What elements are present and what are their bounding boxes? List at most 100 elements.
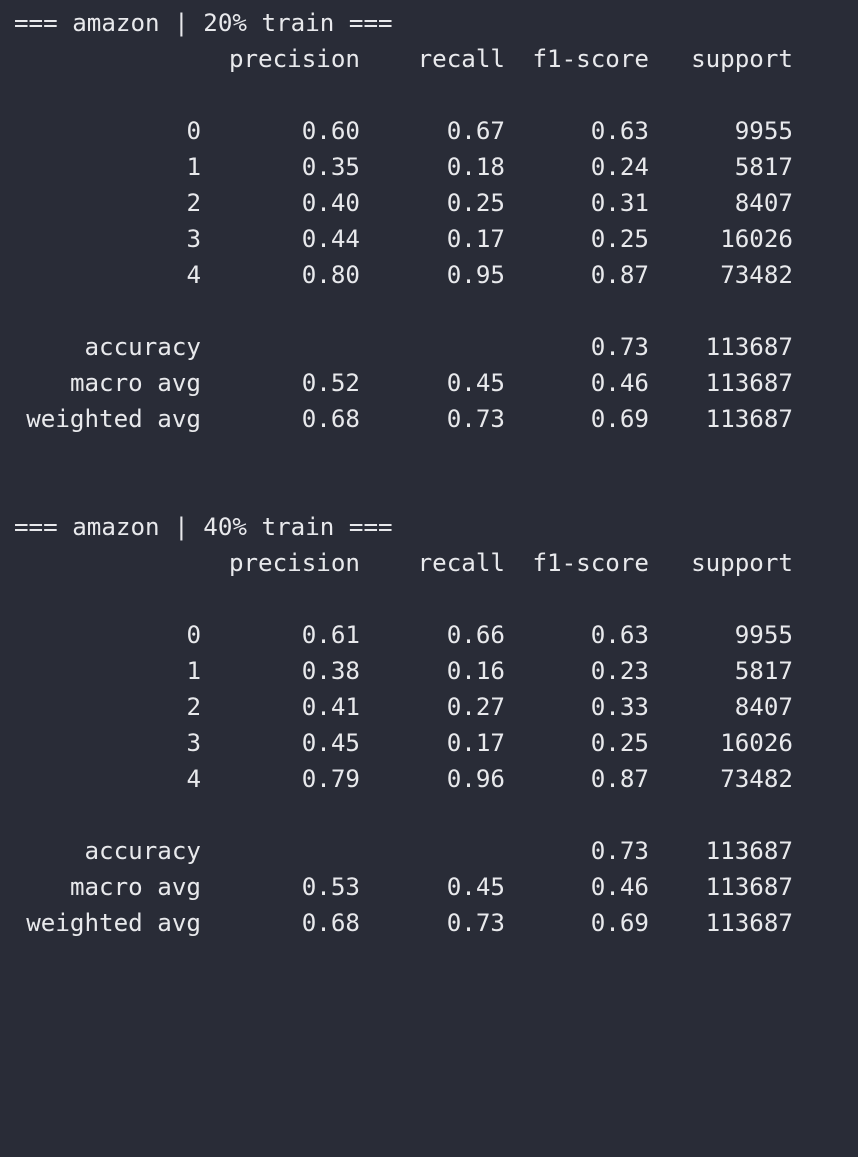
header-precision: precision xyxy=(228,549,360,577)
support-value: 113687 xyxy=(705,369,793,397)
f1-score-value: 0.23 xyxy=(590,657,649,685)
precision-value: 0.41 xyxy=(301,693,360,721)
row-label: 1 xyxy=(186,657,201,685)
recall-value: 0.67 xyxy=(446,117,505,145)
header-row: precision recall f1-score support xyxy=(14,41,844,77)
support-value: 5817 xyxy=(734,153,793,181)
recall-value: 0.95 xyxy=(446,261,505,289)
f1-score-value: 0.69 xyxy=(590,405,649,433)
table-row: 1 0.35 0.18 0.24 5817 xyxy=(14,149,844,185)
summary-row: macro avg 0.52 0.45 0.46 113687 xyxy=(14,365,844,401)
summary-label: macro avg xyxy=(69,873,201,901)
report-title-line: === amazon | 40% train === xyxy=(14,509,844,545)
support-value: 73482 xyxy=(720,765,793,793)
f1-score-value: 0.63 xyxy=(590,621,649,649)
recall-value: 0.27 xyxy=(446,693,505,721)
recall-value: 0.18 xyxy=(446,153,505,181)
support-value: 73482 xyxy=(720,261,793,289)
f1-score-value: 0.24 xyxy=(590,153,649,181)
row-label: 3 xyxy=(186,225,201,253)
summary-label: accuracy xyxy=(84,837,202,865)
f1-score-value: 0.87 xyxy=(590,765,649,793)
precision-value: 0.80 xyxy=(301,261,360,289)
f1-score-value: 0.87 xyxy=(590,261,649,289)
precision-value: 0.68 xyxy=(301,909,360,937)
f1-score-value: 0.46 xyxy=(590,873,649,901)
recall-value: 0.73 xyxy=(446,909,505,937)
support-value: 113687 xyxy=(705,909,793,937)
recall-value: 0.66 xyxy=(446,621,505,649)
support-value: 113687 xyxy=(705,333,793,361)
table-row: 2 0.41 0.27 0.33 8407 xyxy=(14,689,844,725)
recall-value: 0.45 xyxy=(446,369,505,397)
precision-value: 0.60 xyxy=(301,117,360,145)
precision-value: 0.52 xyxy=(301,369,360,397)
support-value: 113687 xyxy=(705,873,793,901)
precision-value: 0.38 xyxy=(301,657,360,685)
header-f1-score: f1-score xyxy=(532,45,650,73)
recall-value: 0.16 xyxy=(446,657,505,685)
precision-value: 0.68 xyxy=(301,405,360,433)
table-row: 3 0.44 0.17 0.25 16026 xyxy=(14,221,844,257)
row-label: 4 xyxy=(186,765,201,793)
precision-value: 0.61 xyxy=(301,621,360,649)
table-row: 3 0.45 0.17 0.25 16026 xyxy=(14,725,844,761)
precision-value: 0.79 xyxy=(301,765,360,793)
support-value: 16026 xyxy=(720,225,793,253)
table-row: 2 0.40 0.25 0.31 8407 xyxy=(14,185,844,221)
recall-value: 0.73 xyxy=(446,405,505,433)
classification-report: === amazon | 20% train === precision rec… xyxy=(14,5,844,437)
header-recall: recall xyxy=(417,45,505,73)
terminal-output: === amazon | 20% train === precision rec… xyxy=(14,5,844,941)
recall-value: 0.96 xyxy=(446,765,505,793)
row-label: 3 xyxy=(186,729,201,757)
f1-score-value: 0.25 xyxy=(590,225,649,253)
support-value: 5817 xyxy=(734,657,793,685)
summary-label: accuracy xyxy=(84,333,202,361)
f1-score-value: 0.33 xyxy=(590,693,649,721)
report-title: === amazon | 20% train === xyxy=(14,9,393,37)
f1-score-value: 0.73 xyxy=(590,333,649,361)
table-row: 0 0.61 0.66 0.63 9955 xyxy=(14,617,844,653)
summary-row: weighted avg 0.68 0.73 0.69 113687 xyxy=(14,905,844,941)
header-row: precision recall f1-score support xyxy=(14,545,844,581)
row-label: 0 xyxy=(186,117,201,145)
header-support: support xyxy=(691,549,793,577)
support-value: 16026 xyxy=(720,729,793,757)
recall-value: 0.45 xyxy=(446,873,505,901)
row-label: 4 xyxy=(186,261,201,289)
row-label: 2 xyxy=(186,693,201,721)
f1-score-value: 0.73 xyxy=(590,837,649,865)
row-label: 0 xyxy=(186,621,201,649)
recall-value: 0.17 xyxy=(446,225,505,253)
header-recall: recall xyxy=(417,549,505,577)
row-label: 1 xyxy=(186,153,201,181)
support-value: 9955 xyxy=(734,621,793,649)
summary-label: weighted avg xyxy=(26,405,201,433)
summary-label: weighted avg xyxy=(26,909,201,937)
summary-row: accuracy 0.73 113687 xyxy=(14,833,844,869)
summary-row: accuracy 0.73 113687 xyxy=(14,329,844,365)
support-value: 9955 xyxy=(734,117,793,145)
support-value: 8407 xyxy=(734,189,793,217)
summary-row: weighted avg 0.68 0.73 0.69 113687 xyxy=(14,401,844,437)
precision-value: 0.44 xyxy=(301,225,360,253)
support-value: 113687 xyxy=(705,837,793,865)
support-value: 8407 xyxy=(734,693,793,721)
precision-value: 0.40 xyxy=(301,189,360,217)
row-label: 2 xyxy=(186,189,201,217)
header-f1-score: f1-score xyxy=(532,549,650,577)
f1-score-value: 0.63 xyxy=(590,117,649,145)
f1-score-value: 0.69 xyxy=(590,909,649,937)
f1-score-value: 0.46 xyxy=(590,369,649,397)
table-row: 4 0.80 0.95 0.87 73482 xyxy=(14,257,844,293)
recall-value: 0.25 xyxy=(446,189,505,217)
recall-value: 0.17 xyxy=(446,729,505,757)
table-row: 0 0.60 0.67 0.63 9955 xyxy=(14,113,844,149)
report-title-line: === amazon | 20% train === xyxy=(14,5,844,41)
precision-value: 0.35 xyxy=(301,153,360,181)
precision-value: 0.45 xyxy=(301,729,360,757)
